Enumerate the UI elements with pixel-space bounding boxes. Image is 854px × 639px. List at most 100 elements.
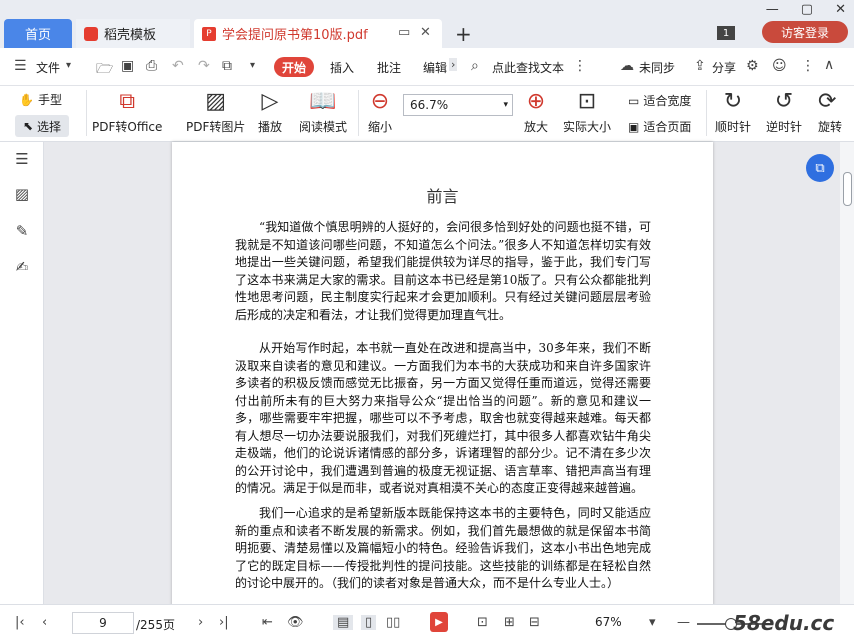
- eye-protect-icon[interactable]: 👁: [287, 615, 304, 630]
- tab-template[interactable]: 稻壳模板: [76, 19, 190, 48]
- close-tab-icon[interactable]: ✕: [420, 25, 431, 40]
- scrollbar-thumb[interactable]: [843, 172, 852, 206]
- first-page-icon[interactable]: |‹: [15, 615, 25, 630]
- outline-icon[interactable]: ☰: [13, 150, 31, 168]
- account-icon[interactable]: ☺: [772, 58, 787, 74]
- play-slideshow-button[interactable]: ▶: [430, 612, 448, 632]
- menu-start[interactable]: 开始: [274, 57, 314, 77]
- print-icon[interactable]: ⎙: [146, 58, 157, 74]
- more-options-icon[interactable]: ⋮: [573, 58, 587, 74]
- menu-insert[interactable]: 插入: [330, 59, 354, 76]
- redo-icon[interactable]: ↷: [198, 58, 210, 74]
- menu-edit[interactable]: 编辑: [423, 59, 447, 76]
- rotate-ccw-icon: ↺: [774, 89, 794, 114]
- share-icon[interactable]: ⇪: [694, 58, 706, 74]
- pdf-to-image-label: PDF转图片: [186, 120, 246, 134]
- left-sidebar: ☰ ▨ ✎ ✍: [0, 142, 44, 604]
- more-menu-icon[interactable]: ⋮: [801, 58, 815, 74]
- annotation-icon[interactable]: ✎: [13, 222, 31, 240]
- tab-home[interactable]: 首页: [4, 19, 72, 48]
- floating-tool-button[interactable]: ⧉: [806, 154, 834, 182]
- vertical-scrollbar[interactable]: [840, 142, 854, 604]
- zoom-dropdown-icon[interactable]: ▾: [649, 615, 656, 630]
- new-tab-button[interactable]: +: [455, 22, 472, 46]
- previous-page-icon[interactable]: ‹: [42, 615, 47, 630]
- pdf-to-office-label: PDF转Office: [92, 120, 163, 134]
- signature-icon[interactable]: ✍: [13, 258, 31, 276]
- window-controls: — ▢ ✕: [766, 2, 846, 17]
- rotate-page-button[interactable]: ⟳ 旋转: [818, 90, 854, 135]
- save-icon[interactable]: ▣: [121, 58, 134, 74]
- menu-scroll-right-icon[interactable]: ›: [449, 58, 458, 71]
- cloud-sync-icon[interactable]: ☁: [620, 58, 634, 74]
- hamburger-icon[interactable]: ☰: [14, 58, 27, 74]
- divider: [358, 90, 359, 136]
- menu-start-label: 开始: [281, 60, 306, 75]
- window-count-badge[interactable]: 1: [717, 26, 735, 40]
- menu-annotate[interactable]: 批注: [377, 59, 401, 76]
- sync-status[interactable]: 未同步: [639, 59, 675, 76]
- hand-icon: ✋: [19, 92, 34, 107]
- zoom-out-icon[interactable]: —: [677, 615, 690, 630]
- actual-size-button[interactable]: ⊡ 实际大小: [563, 90, 611, 135]
- fit-page-label: 适合页面: [643, 120, 692, 134]
- login-label: 访客登录: [780, 25, 829, 40]
- pdf-file-icon: P: [202, 26, 216, 41]
- open-folder-icon[interactable]: 🗁: [96, 58, 113, 82]
- hand-tool[interactable]: ✋ 手型: [19, 91, 62, 108]
- zoom-in-button[interactable]: ⊕ 放大: [524, 90, 548, 135]
- pdf-page[interactable]: 前言 “我知道做个慎思明辨的人挺好的，会问很多恰到好处的问题也挺不错，可我就是不…: [172, 142, 713, 606]
- read-mode-button[interactable]: 📖 阅读模式: [299, 90, 347, 135]
- page-number-input[interactable]: 9: [72, 612, 134, 634]
- translate-icon: ⧉: [815, 160, 825, 176]
- actual-size-label: 实际大小: [563, 120, 612, 134]
- monitor-icon[interactable]: ▭: [398, 25, 410, 40]
- minimize-icon[interactable]: —: [766, 2, 779, 17]
- last-page-icon[interactable]: ›|: [219, 615, 229, 630]
- zoom-select[interactable]: 66.7% ▾: [403, 94, 513, 116]
- undo-icon[interactable]: ↶: [172, 58, 184, 74]
- fit-width-icon[interactable]: ⊟: [529, 615, 540, 630]
- image-icon: ▨: [205, 89, 227, 114]
- collapse-ribbon-icon[interactable]: ∧: [824, 57, 834, 73]
- zoom-out-icon: ⊖: [370, 89, 390, 114]
- fit-page-button[interactable]: ▣ 适合页面: [628, 118, 691, 135]
- share-button[interactable]: 分享: [712, 59, 736, 76]
- actual-size-icon[interactable]: ⊡: [477, 615, 488, 630]
- continuous-view-icon[interactable]: ▯: [361, 615, 377, 630]
- search-icon[interactable]: ⌕: [471, 58, 479, 74]
- guest-login-button[interactable]: 访客登录: [762, 21, 848, 43]
- tab-pdf-document[interactable]: P 学会提问原书第10版.pdf ▭ ✕: [194, 19, 442, 48]
- rotate-counterclockwise-button[interactable]: ↺ 逆时针: [766, 90, 802, 135]
- pdf-to-image-button[interactable]: ▨ PDF转图片: [186, 90, 245, 135]
- settings-icon[interactable]: ⚙: [746, 58, 759, 74]
- single-page-view-icon[interactable]: ▤: [333, 615, 354, 630]
- play-button[interactable]: ▷ 播放: [258, 90, 282, 135]
- cursor-icon: ⬉: [22, 119, 34, 133]
- back-icon[interactable]: ⇤: [262, 615, 273, 630]
- pdf-to-office-button[interactable]: ⧉ PDF转Office: [92, 90, 162, 135]
- fit-page-icon: ▣: [628, 119, 640, 134]
- two-page-view-icon[interactable]: ▯▯: [386, 615, 400, 630]
- more-chevron-icon[interactable]: ▾: [250, 60, 255, 71]
- play-label: 播放: [258, 120, 283, 134]
- maximize-icon[interactable]: ▢: [801, 2, 813, 17]
- paragraph: 我们一心追求的是希望新版本既能保持这本书的主要特色，同时又能适应新的重点和读者不…: [235, 506, 651, 590]
- rotate-clockwise-button[interactable]: ↻ 顺时针: [715, 90, 751, 135]
- zoom-in-label: 放大: [524, 120, 549, 134]
- thumbnail-icon[interactable]: ▨: [13, 185, 31, 203]
- menu-file[interactable]: 文件: [36, 59, 60, 76]
- zoom-percentage[interactable]: 67%: [595, 615, 622, 629]
- fit-width-button[interactable]: ▭ 适合宽度: [628, 92, 691, 109]
- select-tool[interactable]: ⬉ 选择: [15, 115, 69, 137]
- export-image-icon[interactable]: ⧉: [222, 58, 232, 74]
- close-window-icon[interactable]: ✕: [835, 2, 846, 17]
- search-text-button[interactable]: 点此查找文本: [492, 59, 564, 76]
- tab-bar: 首页 稻壳模板 P 学会提问原书第10版.pdf ▭ ✕ + 1 访客登录 — …: [0, 0, 854, 48]
- tab-pdf-label: 学会提问原书第10版.pdf: [222, 28, 368, 43]
- tab-home-label: 首页: [24, 28, 51, 43]
- fit-page-icon[interactable]: ⊞: [504, 615, 515, 630]
- zoom-out-button[interactable]: ⊖ 缩小: [368, 90, 392, 135]
- next-page-icon[interactable]: ›: [198, 615, 203, 630]
- chevron-down-icon[interactable]: ▾: [66, 60, 71, 71]
